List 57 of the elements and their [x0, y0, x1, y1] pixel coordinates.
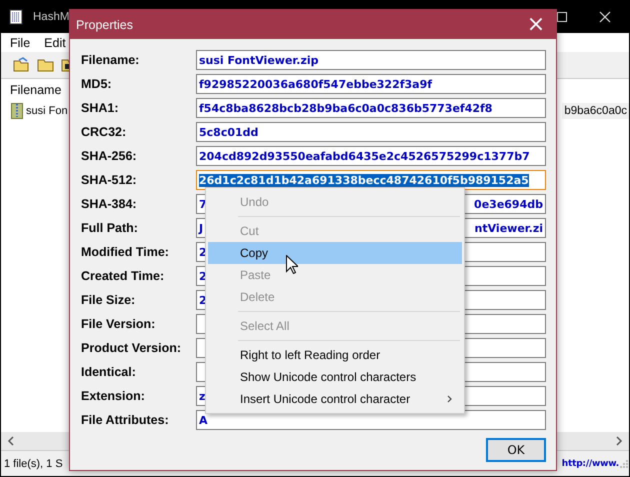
field-label: SHA-256: [81, 149, 138, 163]
column-header[interactable]: Filename [10, 83, 62, 97]
mouse-pointer-icon [286, 255, 298, 274]
hash-cell: b9ba6c0a0c [562, 103, 629, 119]
field-value: A [199, 414, 208, 426]
field-value: 5c8c01dd [199, 126, 258, 138]
field-label: Filename: [81, 53, 140, 67]
field-value: 26d1c2c81d1b42a691338becc48742610f5b989152a5 [199, 174, 529, 186]
maximize-icon[interactable] [557, 12, 567, 22]
open-folder-icon[interactable] [13, 57, 31, 73]
close-button[interactable]: × [516, 10, 556, 39]
website-link[interactable]: http://www. [562, 458, 619, 468]
menu-item[interactable]: Show Unicode control characters [208, 366, 462, 388]
text-field[interactable]: 204cd892d93550eafabd6435e2c4526575299c1377b7 [196, 146, 546, 166]
resize-grip-icon[interactable] [620, 460, 628, 468]
field-value: f54c8ba8628bcb28b9ba6c0a0c836b5773ef42f8 [199, 102, 492, 114]
field-label: SHA-384: [81, 197, 138, 211]
field-label: Full Path: [81, 221, 139, 235]
field-value: 204cd892d93550eafabd6435e2c4526575299c1377b7 [199, 150, 530, 162]
file-name[interactable]: susi Fon [26, 105, 68, 117]
field-label: CRC32: [81, 125, 128, 139]
field-value: f92985220036a680f547ebbe322f3a9f [199, 78, 432, 90]
text-field[interactable]: f54c8ba8628bcb28b9ba6c0a0c836b5773ef42f8 [196, 98, 546, 118]
field-value: 0e3e694db [474, 198, 543, 210]
menu-item[interactable]: Edit [44, 36, 66, 50]
window-title: HashM [33, 10, 70, 22]
menu-item[interactable]: Right to left Reading order [208, 344, 462, 366]
status-text: 1 file(s), 1 S [4, 458, 63, 470]
text-field[interactable]: f92985220036a680f547ebbe322f3a9f [196, 74, 546, 94]
scroll-right-icon[interactable] [615, 436, 623, 446]
close-icon[interactable] [599, 10, 611, 22]
zip-file-icon [11, 103, 23, 119]
field-label: Created Time: [81, 269, 166, 283]
scroll-left-icon[interactable] [7, 436, 15, 446]
field-label: MD5: [81, 77, 113, 91]
app-icon [9, 8, 23, 24]
menu-item[interactable]: File [10, 36, 30, 50]
field-value: ntViewer.zi [474, 222, 543, 234]
field-value: z [199, 390, 206, 402]
field-label: SHA-512: [81, 173, 138, 187]
field-label: Identical: [81, 365, 137, 379]
folder-icon[interactable] [37, 57, 55, 73]
text-field[interactable]: susi FontViewer.zip [196, 50, 546, 70]
field-label: Modified Time: [81, 245, 170, 259]
field-label: Product Version: [81, 341, 182, 355]
field-label: File Version: [81, 317, 156, 331]
ok-button[interactable]: OK [486, 438, 546, 462]
menu-item[interactable]: Copy [208, 242, 462, 264]
field-label: SHA1: [81, 101, 120, 115]
field-label: File Size: [81, 293, 136, 307]
menu-item[interactable]: Insert Unicode control character [208, 388, 462, 410]
field-label: File Attributes: [81, 413, 170, 427]
field-value: susi FontViewer.zip [199, 54, 318, 66]
field-label: Extension: [81, 389, 146, 403]
dialog-title: Properties [76, 18, 133, 32]
field-value: J [199, 222, 204, 234]
text-field[interactable]: 5c8c01dd [196, 122, 546, 142]
